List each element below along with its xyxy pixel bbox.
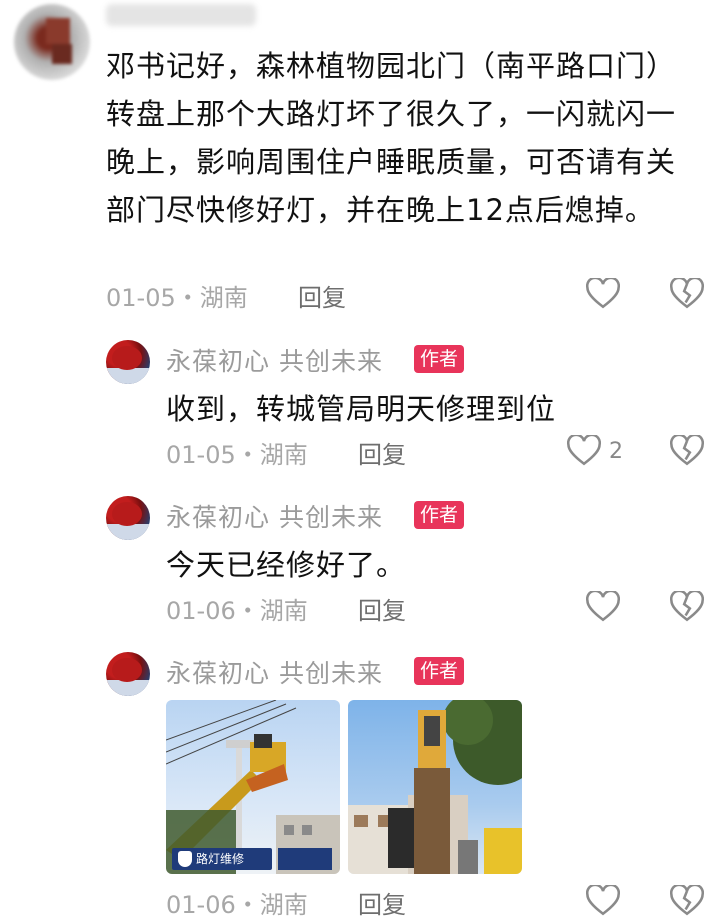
reply-date-location: 01-06・湖南 — [166, 597, 308, 625]
author-badge: 作者 — [414, 345, 465, 373]
reply-button[interactable]: 回复 — [298, 278, 346, 313]
reply-button[interactable]: 回复 — [358, 591, 406, 626]
reply-author-name[interactable]: 永葆初心 共创未来 — [166, 654, 383, 690]
comment-text: 邓书记好，森林植物园北门（南平路口门）转盘上那个大路灯坏了很久了，一闪就闪一晚上… — [106, 49, 677, 227]
broken-heart-icon[interactable] — [670, 591, 704, 623]
heart-outline-icon[interactable] — [586, 885, 620, 917]
reply-author-name[interactable]: 永葆初心 共创未来 — [166, 498, 383, 534]
broken-heart-icon[interactable] — [670, 435, 704, 467]
broken-heart-icon[interactable] — [670, 278, 704, 310]
streetlamp-repair-image — [348, 700, 522, 874]
repair-photo-2[interactable] — [348, 700, 522, 874]
photo-caption: 路灯维修 — [172, 848, 272, 870]
reply-date-location: 01-06・湖南 — [166, 891, 308, 919]
like-count: 2 — [609, 439, 623, 464]
reply-button[interactable]: 回复 — [358, 885, 406, 920]
reply-text: 今天已经修好了。 — [166, 548, 407, 582]
reply-author-name[interactable]: 永葆初心 共创未来 — [166, 342, 383, 378]
heart-outline-icon[interactable] — [586, 278, 620, 310]
repair-photo-1[interactable]: 路灯维修 — [166, 700, 340, 874]
author-name-blurred — [106, 4, 256, 26]
heart-outline-icon[interactable] — [567, 435, 601, 467]
photo-stamp — [278, 848, 332, 870]
avatar[interactable] — [106, 340, 150, 384]
avatar[interactable] — [106, 496, 150, 540]
reply-date-location: 01-05・湖南 — [166, 441, 308, 469]
heart-outline-icon[interactable] — [586, 591, 620, 623]
author-badge: 作者 — [414, 501, 465, 529]
author-badge: 作者 — [414, 657, 465, 685]
avatar[interactable] — [106, 652, 150, 696]
avatar[interactable] — [14, 4, 90, 80]
reply-button[interactable]: 回复 — [358, 435, 406, 470]
broken-heart-icon[interactable] — [670, 885, 704, 917]
reply-text: 收到，转城管局明天修理到位 — [166, 392, 557, 426]
comment-date-location: 01-05・湖南 — [106, 284, 248, 312]
